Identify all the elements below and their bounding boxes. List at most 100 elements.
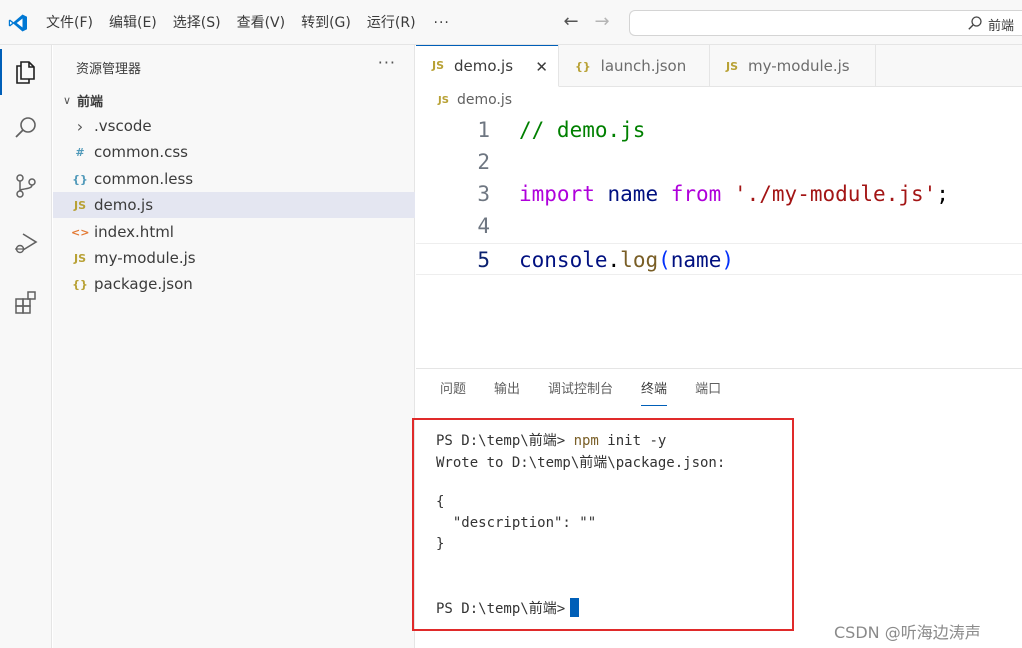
terminal-highlight-box[interactable]: PS D:\temp\前端> npm init -y Wrote to D:\t… <box>412 418 794 631</box>
tab-my-module-js[interactable]: JS my-module.js <box>710 45 876 87</box>
code-text: console.log(name) <box>519 244 734 276</box>
terminal-output: } <box>436 536 445 552</box>
forward-arrow-icon[interactable]: → <box>592 12 612 32</box>
menu-go[interactable]: 转到(G) <box>293 9 359 37</box>
panel-tabs: 问题 输出 调试控制台 终端 端口 <box>440 382 749 406</box>
tree-item-label: common.css <box>94 143 188 161</box>
tree-item-common-css[interactable]: # common.css <box>53 139 415 165</box>
run-debug-icon[interactable] <box>0 220 52 266</box>
terminal-prompt-line[interactable]: PS D:\temp\前端> <box>436 598 580 618</box>
tree-item-common-less[interactable]: {} common.less <box>53 166 415 192</box>
tree-item-label: package.json <box>94 275 193 293</box>
chevron-right-icon: › <box>76 116 84 136</box>
code-token: name <box>607 182 659 206</box>
menu-more-icon[interactable]: ··· <box>424 15 460 31</box>
code-text: import name from './my-module.js'; <box>519 178 949 210</box>
search-view-icon[interactable] <box>0 105 52 151</box>
tab-label: launch.json <box>600 57 687 75</box>
title-bar: 文件(F) 编辑(E) 选择(S) 查看(V) 转到(G) 运行(R) ··· … <box>0 0 1022 45</box>
command-center-search[interactable]: 前端 <box>629 10 1022 36</box>
file-type-icon: {} <box>72 172 88 186</box>
line-number: 5 <box>477 248 490 272</box>
explorer-icon[interactable] <box>0 49 52 95</box>
code-line[interactable]: 5 console.log(name) <box>416 243 1022 275</box>
vscode-logo-icon[interactable] <box>8 13 28 33</box>
more-actions-icon[interactable]: ··· <box>378 53 396 72</box>
tab-launch-json[interactable]: {} launch.json <box>559 45 710 87</box>
code-token: console <box>519 248 608 272</box>
tree-item-demo-js[interactable]: JS demo.js <box>53 192 415 218</box>
terminal-output: "description": "" <box>436 515 597 531</box>
menu-edit[interactable]: 编辑(E) <box>101 9 165 37</box>
play-bug-icon <box>15 233 38 254</box>
code-token: log <box>620 248 659 272</box>
tree-item-index-html[interactable]: <> index.html <box>53 219 415 245</box>
breadcrumb-file: demo.js <box>456 92 513 108</box>
tab-problems[interactable]: 问题 <box>440 382 466 406</box>
code-token: name <box>670 248 722 272</box>
folder-root[interactable]: ∨ 前端 <box>53 88 415 112</box>
close-icon[interactable]: ✕ <box>535 58 548 76</box>
terminal-cursor <box>570 598 580 617</box>
tab-label: demo.js <box>454 56 514 75</box>
terminal-command-line: PS D:\temp\前端> npm init -y <box>436 430 666 450</box>
json-file-icon: {} <box>575 59 591 73</box>
active-indicator <box>0 49 2 95</box>
tree-item-label: index.html <box>94 223 174 241</box>
search-icon <box>968 16 982 30</box>
tab-debug-console[interactable]: 调试控制台 <box>548 382 613 406</box>
file-type-icon: JS <box>73 198 86 212</box>
code-token: ) <box>721 248 734 272</box>
explorer-sidebar: 资源管理器 ··· ∨ 前端 › .vscode # common.css {} comm… <box>53 45 415 648</box>
editor-tabs: JS demo.js ✕ {} launch.json JS my-module… <box>416 45 1022 87</box>
js-file-icon: JS <box>726 59 739 73</box>
code-text: // demo.js <box>519 114 645 146</box>
extensions-icon[interactable] <box>0 279 52 325</box>
code-token: from <box>670 182 722 206</box>
menu-bar: 文件(F) 编辑(E) 选择(S) 查看(V) 转到(G) 运行(R) ··· <box>38 0 460 45</box>
menu-selection[interactable]: 选择(S) <box>165 9 229 37</box>
back-arrow-icon[interactable]: ← <box>561 12 581 32</box>
breadcrumb[interactable]: JS demo.js <box>438 92 512 108</box>
command-args: init -y <box>598 433 667 449</box>
file-type-icon: <> <box>71 225 90 239</box>
prompt: PS D:\temp\前端> <box>436 433 574 449</box>
terminal-output: { <box>436 494 445 510</box>
bottom-panel: 问题 输出 调试控制台 终端 端口 PS D:\temp\前端> npm ini… <box>412 368 1022 648</box>
explorer-title: 资源管理器 <box>76 62 142 77</box>
branch-icon <box>16 174 36 198</box>
menu-file[interactable]: 文件(F) <box>38 9 101 37</box>
code-token: . <box>607 248 621 272</box>
menu-run[interactable]: 运行(R) <box>359 9 424 37</box>
tab-label: my-module.js <box>748 57 850 75</box>
code-line[interactable]: 1 // demo.js <box>416 114 1022 146</box>
js-file-icon: JS <box>432 59 445 72</box>
tree-item-package-json[interactable]: {} package.json <box>53 271 415 297</box>
code-token: './my-module.js' <box>733 182 937 206</box>
line-number: 3 <box>477 182 490 206</box>
code-line[interactable]: 4 <box>416 210 1022 242</box>
watermark: CSDN @听海边涛声 <box>834 623 981 642</box>
file-type-icon: {} <box>72 277 88 291</box>
editor-group: JS demo.js ✕ {} launch.json JS my-module… <box>416 45 1022 368</box>
tab-terminal[interactable]: 终端 <box>641 382 668 406</box>
tab-output[interactable]: 输出 <box>494 382 520 406</box>
file-type-icon: # <box>75 145 85 159</box>
tab-demo-js[interactable]: JS demo.js ✕ <box>416 45 559 87</box>
files-icon <box>16 61 35 84</box>
source-control-icon[interactable] <box>0 163 52 209</box>
tree-item-my-module-js[interactable]: JS my-module.js <box>53 245 415 271</box>
tree-item-vscode[interactable]: › .vscode <box>53 113 415 139</box>
code-line[interactable]: 3 import name from './my-module.js'; <box>416 178 1022 210</box>
menu-view[interactable]: 查看(V) <box>229 9 294 37</box>
code-line[interactable]: 2 <box>416 146 1022 178</box>
prompt: PS D:\temp\前端> <box>436 601 566 617</box>
folder-name: 前端 <box>77 94 104 110</box>
tab-ports[interactable]: 端口 <box>695 382 721 406</box>
tree-item-label: demo.js <box>94 196 154 214</box>
tree-item-label: .vscode <box>94 117 152 135</box>
activity-bar <box>0 45 52 648</box>
